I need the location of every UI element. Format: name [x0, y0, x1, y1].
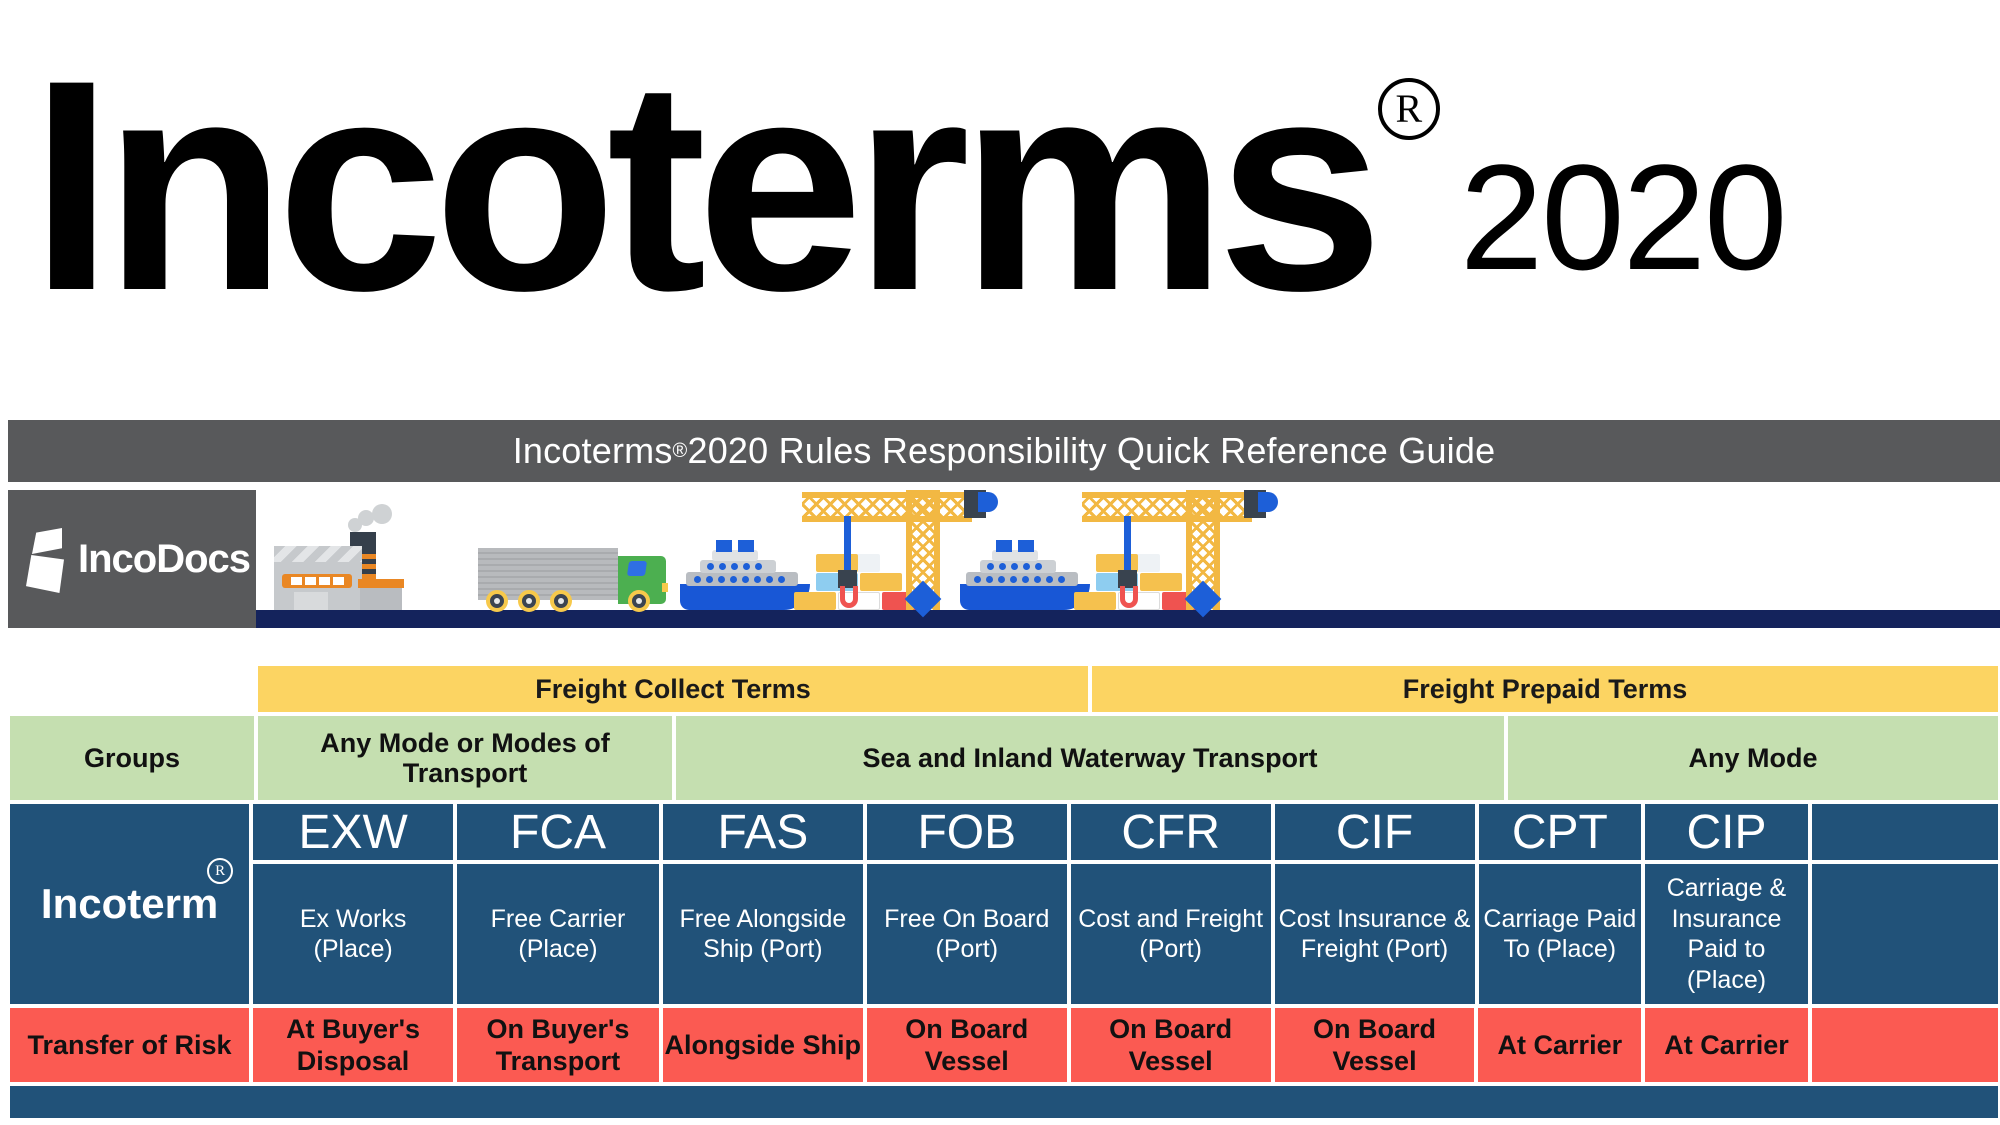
groups-header: Groups	[8, 714, 256, 802]
transfer-of-risk-row: Transfer of Risk At Buyer's Disposal On …	[8, 1006, 2000, 1084]
port-crane-icon	[1076, 490, 1278, 618]
group-any-mode: Any Mode	[1506, 714, 2000, 802]
incoterm-code: CPT	[1476, 802, 1644, 862]
incoterm-name: Free On Board (Port)	[864, 862, 1069, 1006]
incoterm-col-fca[interactable]: FCA Free Carrier (Place)	[455, 802, 661, 1006]
port-scene-1	[676, 490, 998, 618]
title-main-word: Incoterms R	[30, 35, 1440, 314]
brand-illustration-band: IncoDocs	[8, 490, 2000, 628]
incoterm-col-cfr[interactable]: CFR Cost and Freight (Port)	[1068, 802, 1273, 1006]
incoterm-code: CIF	[1272, 802, 1477, 862]
brand-logo[interactable]: IncoDocs	[8, 490, 256, 628]
incoterm-name: Free Carrier (Place)	[455, 862, 661, 1006]
incoterm-code: CFR	[1068, 802, 1273, 862]
group-any-mode-or-modes: Any Mode or Modes of Transport	[256, 714, 674, 802]
incoterm-col-fob[interactable]: FOB Free On Board (Port)	[864, 802, 1069, 1006]
risk-value-exw: At Buyer's Disposal	[251, 1006, 455, 1084]
incoterm-col-fas[interactable]: FAS Free Alongside Ship (Port)	[660, 802, 865, 1006]
freight-prepaid-terms-cell: Freight Prepaid Terms	[1090, 664, 2000, 714]
page-title: Incoterms R 2020	[30, 24, 2000, 314]
supply-chain-illustration	[256, 490, 2000, 628]
incoterm-header: Incoterm R	[8, 802, 252, 1006]
incoterms-table: Freight Collect Terms Freight Prepaid Te…	[8, 664, 2000, 1120]
incoterm-header-label: Incoterm	[40, 880, 219, 927]
risk-value-cfr: On Board Vessel	[1068, 1006, 1273, 1084]
factory-icon	[274, 504, 406, 610]
incoterm-code: FCA	[455, 802, 661, 862]
incoterm-col-overflow	[1809, 802, 2000, 1006]
container-ship-icon	[680, 540, 810, 610]
next-row-cell	[8, 1084, 2000, 1120]
risk-value-cif: On Board Vessel	[1272, 1006, 1477, 1084]
incoterm-col-cip[interactable]: CIP Carriage & Insurance Paid to (Place)	[1643, 802, 1810, 1006]
incoterm-name: Carriage & Insurance Paid to (Place)	[1643, 862, 1810, 1006]
truck-icon	[478, 548, 678, 612]
incoterm-name: Free Alongside Ship (Port)	[660, 862, 865, 1006]
incoterm-code: FAS	[660, 802, 865, 862]
group-sea-inland-waterway: Sea and Inland Waterway Transport	[674, 714, 1506, 802]
incoterm-name: Ex Works (Place)	[251, 862, 456, 1006]
incoterm-col-cpt[interactable]: CPT Carriage Paid To (Place)	[1476, 802, 1644, 1006]
incoterm-col-exw[interactable]: EXW Ex Works (Place)	[251, 802, 456, 1006]
subtitle-banner: Incoterms ® 2020 Rules Responsibility Quic…	[8, 420, 2000, 482]
transfer-of-risk-header: Transfer of Risk	[8, 1006, 252, 1084]
registered-trademark-icon: R	[1377, 78, 1440, 140]
freight-terms-row: Freight Collect Terms Freight Prepaid Te…	[8, 664, 2000, 714]
incoterm-code: EXW	[251, 802, 456, 862]
risk-value-overflow	[1809, 1006, 2000, 1084]
groups-row: Groups Any Mode or Modes of Transport Se…	[8, 714, 2000, 802]
incoterm-col-cif[interactable]: CIF Cost Insurance & Freight (Port)	[1272, 802, 1477, 1006]
port-scene-2	[956, 490, 1278, 618]
next-row-partial	[8, 1084, 2000, 1120]
risk-value-fca: On Buyer's Transport	[455, 1006, 661, 1084]
risk-value-fob: On Board Vessel	[864, 1006, 1069, 1084]
incoterms-reference-poster: Incoterms R 2020 Incoterms ® 2020 Rules Re…	[0, 0, 2000, 1125]
incoterm-code: CIP	[1643, 802, 1810, 862]
banner-text-before: Incoterms	[512, 430, 673, 471]
incoterm-name: Cost and Freight (Port)	[1068, 862, 1273, 1006]
incoterm-name: Carriage Paid To (Place)	[1476, 862, 1644, 1006]
banner-text-after: 2020 Rules Responsibility Quick Referenc…	[687, 430, 1496, 471]
incoterm-code-empty	[1809, 802, 2000, 862]
ground-line	[256, 610, 2000, 628]
registered-trademark-icon: R	[207, 858, 234, 884]
risk-value-fas: Alongside Ship	[660, 1006, 865, 1084]
risk-value-cip: At Carrier	[1643, 1006, 1810, 1084]
title-year: 2020	[1459, 133, 1788, 301]
title-main-text: Incoterms	[30, 24, 1384, 314]
brand-name: IncoDocs	[78, 536, 251, 581]
inco-flag-icon	[26, 528, 64, 593]
incoterm-row: Incoterm R EXW Ex Works (Place) FCA Free…	[8, 802, 2000, 1006]
row-spacer	[8, 664, 256, 714]
incoterm-name: Cost Insurance & Freight (Port)	[1272, 862, 1477, 1006]
risk-value-cpt: At Carrier	[1476, 1006, 1644, 1084]
incoterm-name-empty	[1809, 862, 2000, 1006]
container-ship-icon	[960, 540, 1090, 610]
freight-collect-terms-cell: Freight Collect Terms	[256, 664, 1090, 714]
incoterm-code: FOB	[864, 802, 1069, 862]
